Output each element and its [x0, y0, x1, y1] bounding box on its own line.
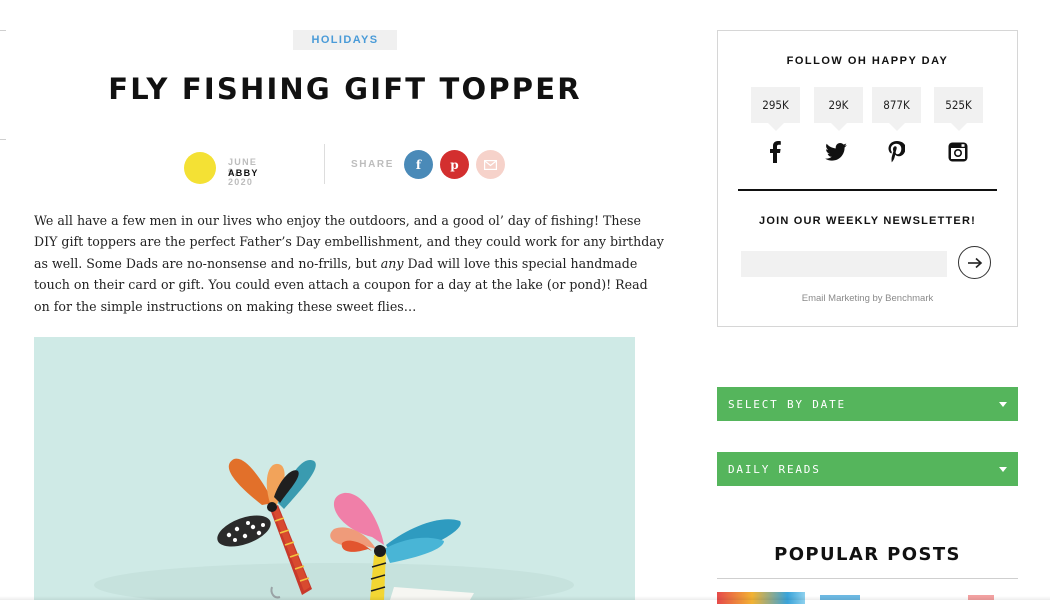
fishing-fly-photo — [34, 337, 635, 600]
hero-image — [34, 337, 635, 600]
share-label: SHARE — [351, 159, 395, 170]
edge-tick — [0, 139, 6, 140]
chevron-down-icon — [999, 466, 1007, 472]
share-email-button[interactable] — [476, 150, 505, 179]
category-tag[interactable]: HOLIDAYS — [293, 30, 397, 50]
popular-posts-title: POPULAR POSTS — [774, 544, 961, 565]
edge-tick — [0, 30, 6, 31]
select-by-date-dropdown[interactable]: SELECT BY DATE — [717, 387, 1018, 421]
post-title: FLY FISHING GIFT TOPPER — [108, 72, 582, 106]
follow-widget: FOLLOW OH HAPPY DAY 295K 29K 877K 525K J… — [717, 30, 1018, 327]
newsletter-credit[interactable]: Email Marketing by Benchmark — [718, 293, 1017, 304]
envelope-icon — [484, 159, 497, 170]
post-intro: We all have a few men in our lives who e… — [34, 213, 664, 314]
divider — [717, 578, 1018, 579]
dropdown-label: SELECT BY DATE — [728, 397, 846, 411]
twitter-count: 29K — [814, 87, 863, 131]
pinterest-icon[interactable] — [882, 139, 910, 165]
meta-divider — [324, 144, 325, 184]
pinterest-icon: p — [450, 157, 459, 172]
newsletter-email-field[interactable] — [741, 251, 947, 277]
viewport-edge-shadow — [0, 596, 1050, 600]
share-facebook-button[interactable]: f — [404, 150, 433, 179]
author-avatar[interactable] — [184, 152, 216, 184]
facebook-icon: f — [415, 157, 422, 172]
facebook-count: 295K — [751, 87, 800, 131]
divider — [738, 189, 997, 191]
post-author[interactable]: ABBY — [228, 168, 259, 178]
facebook-icon[interactable] — [761, 139, 789, 165]
newsletter-submit-button[interactable] — [958, 246, 991, 279]
instagram-count: 525K — [934, 87, 983, 131]
share-pinterest-button[interactable]: p — [440, 150, 469, 179]
follow-title: FOLLOW OH HAPPY DAY — [786, 55, 949, 67]
newsletter-title: JOIN OUR WEEKLY NEWSLETTER! — [759, 215, 976, 227]
pinterest-count: 877K — [872, 87, 921, 131]
arrow-right-icon — [967, 257, 982, 268]
dropdown-label: DAILY READS — [728, 462, 821, 476]
daily-reads-dropdown[interactable]: DAILY READS — [717, 452, 1018, 486]
twitter-icon[interactable] — [822, 139, 850, 165]
chevron-down-icon — [999, 401, 1007, 407]
instagram-icon[interactable] — [944, 139, 972, 165]
